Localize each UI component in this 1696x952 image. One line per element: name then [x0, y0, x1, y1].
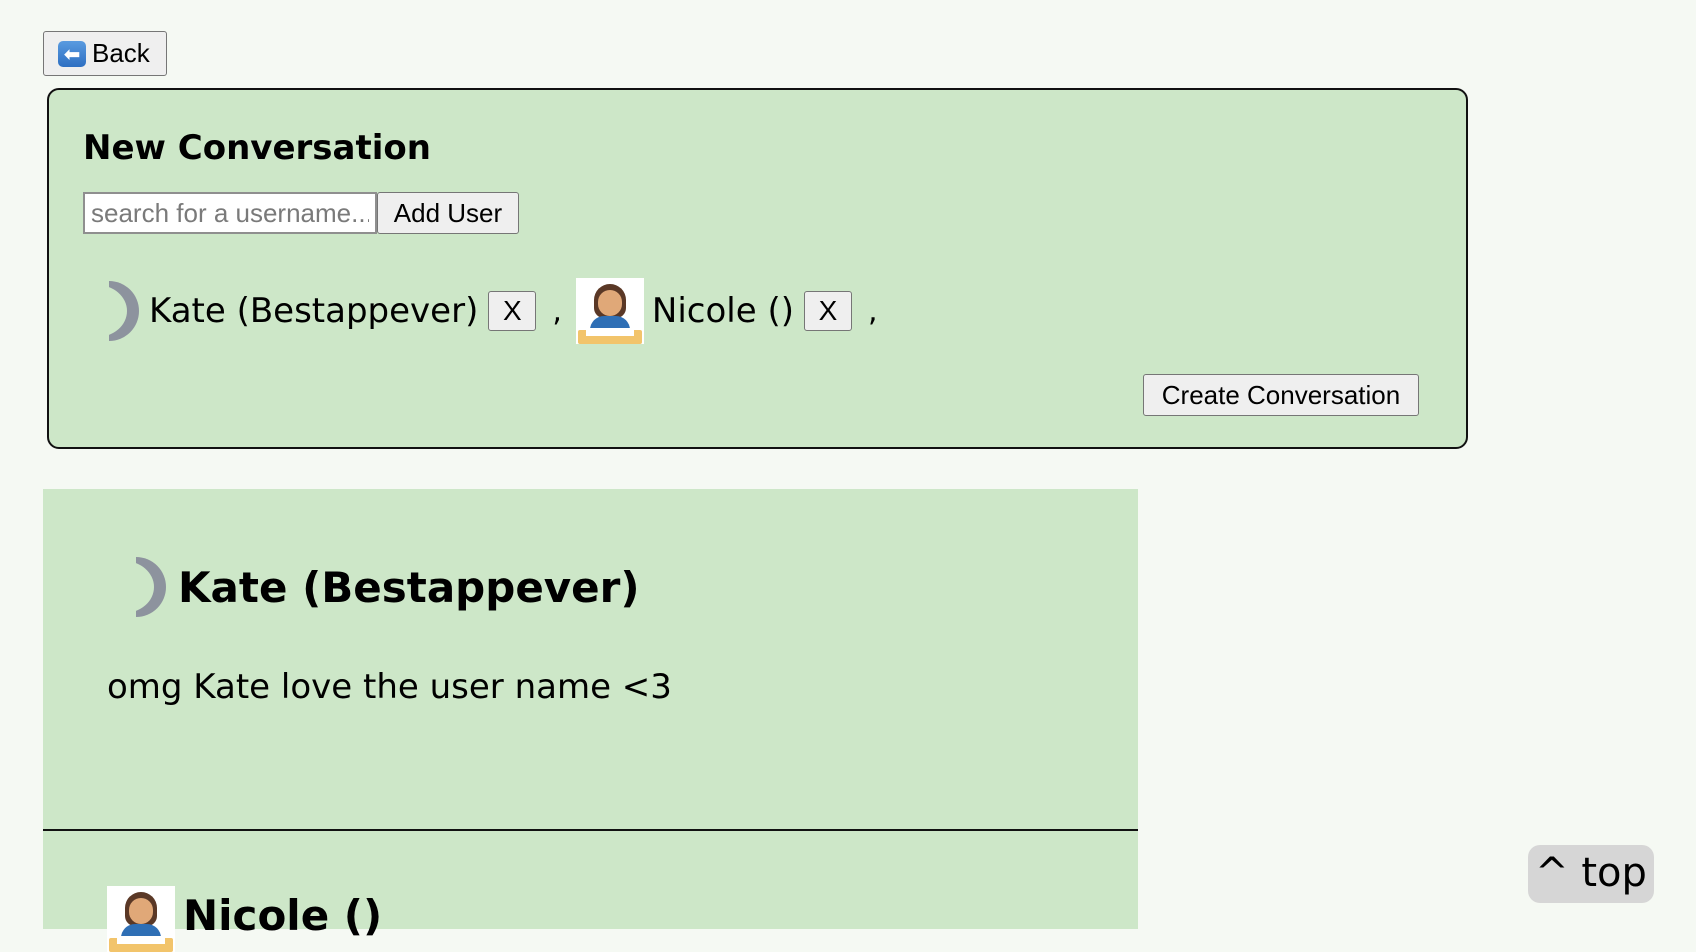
conversation-list: Kate (Bestappever) omg Kate love the use… — [43, 489, 1138, 952]
conversation-name: Nicole () — [183, 891, 383, 940]
moon-icon — [136, 557, 166, 617]
separator: , — [867, 293, 878, 329]
back-button[interactable]: ⬅ Back — [43, 31, 167, 76]
separator: , — [552, 293, 562, 329]
conversation-item[interactable]: Kate (Bestappever) omg Kate love the use… — [43, 489, 1138, 831]
selected-user-name: Kate (Bestappever) — [149, 291, 479, 331]
back-label: Back — [92, 38, 150, 68]
conversation-name: Kate (Bestappever) — [178, 562, 640, 612]
woman-reading-emoji-icon — [107, 886, 175, 952]
scroll-top-button[interactable]: ^ top — [1528, 845, 1654, 903]
woman-reading-emoji-icon — [575, 278, 644, 344]
back-arrow-icon: ⬅ — [58, 40, 86, 67]
moon-icon — [109, 281, 139, 341]
remove-user-button[interactable]: X — [803, 291, 852, 331]
conversation-header: Kate (Bestappever) — [136, 557, 640, 617]
selected-user-name: Nicole () — [651, 291, 794, 331]
add-user-button[interactable]: Add User — [377, 192, 519, 234]
create-conversation-button[interactable]: Create Conversation — [1143, 374, 1419, 416]
new-conversation-title: New Conversation — [83, 128, 431, 168]
conversation-item[interactable]: Nicole () — [43, 831, 1138, 952]
username-search-input[interactable] — [83, 192, 377, 234]
remove-user-button[interactable]: X — [488, 291, 537, 331]
new-conversation-panel: New Conversation Add User Kate (Bestappe… — [47, 88, 1468, 449]
selected-users-list: Kate (Bestappever) X , Nicole () X , — [109, 276, 892, 346]
conversation-header: Nicole () — [107, 886, 382, 952]
conversation-last-message: omg Kate love the user name <3 — [107, 667, 672, 707]
